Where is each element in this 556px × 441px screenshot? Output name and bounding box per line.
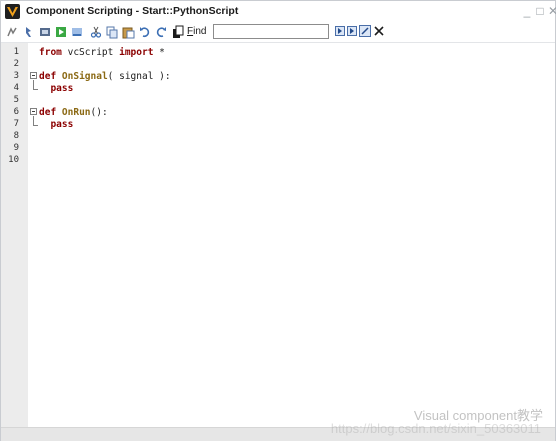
watermark-url: https://blog.csdn.net/sixin_50363011	[330, 421, 541, 436]
step-icon	[56, 27, 66, 37]
find-input[interactable]	[213, 24, 329, 39]
line-number: 8	[13, 131, 19, 141]
line-number: 10	[8, 155, 19, 165]
fold-toggle-onrun[interactable]	[30, 108, 37, 115]
minimize-button[interactable]: _	[520, 4, 534, 18]
code-line[interactable]: def OnRun():	[39, 107, 108, 118]
maximize-button[interactable]: □	[533, 4, 547, 18]
function-name-token: OnRun	[61, 107, 91, 118]
arrow-right-icon	[338, 28, 342, 34]
redo-button[interactable]	[154, 25, 168, 39]
redo-icon	[156, 27, 166, 38]
keyword-token: pass	[50, 83, 74, 94]
line-number: 5	[13, 95, 19, 105]
step-button[interactable]	[54, 25, 68, 39]
delete-button[interactable]	[171, 25, 185, 39]
line-number: 1	[13, 47, 19, 57]
close-find-button[interactable]	[373, 25, 387, 39]
line-number: 2	[13, 59, 19, 69]
code-editor[interactable]: 1 2 3 4 5 6 7 8 9 10 from vcScript import * def On…	[1, 43, 555, 427]
copy-button[interactable]	[105, 25, 119, 39]
new-script-button[interactable]	[70, 25, 84, 39]
copy-icon	[106, 26, 118, 39]
paste-button[interactable]	[121, 25, 135, 39]
run-icon	[26, 27, 31, 37]
paste-icon	[122, 27, 135, 39]
document-icon	[173, 25, 184, 38]
keyword-token: pass	[50, 119, 74, 130]
title-bar[interactable]: Component Scripting - Start::PythonScrip…	[1, 1, 556, 22]
keyword-token: import	[119, 47, 154, 58]
stop-icon	[40, 28, 50, 36]
run-script-button[interactable]	[22, 25, 36, 39]
code-line[interactable]: pass	[39, 83, 73, 94]
fold-toggle-onsignal[interactable]	[30, 72, 37, 79]
code-line[interactable]: from vcScript import *	[39, 47, 165, 58]
replace-button[interactable]	[359, 25, 373, 39]
code-token: *	[153, 47, 165, 58]
toolbar: Find	[1, 22, 555, 43]
find-next-button[interactable]	[347, 26, 357, 36]
arrow-right-icon	[350, 28, 354, 34]
fold-guide	[33, 80, 34, 89]
undo-icon	[140, 27, 150, 38]
line-number: 6	[13, 107, 19, 117]
cut-button[interactable]	[89, 25, 103, 39]
fold-guide-end	[33, 89, 38, 90]
code-token: vcScript	[61, 47, 120, 58]
fold-guide-end	[33, 125, 38, 126]
line-number: 4	[13, 83, 19, 93]
close-icon	[374, 26, 384, 36]
keyword-token: def	[39, 71, 57, 82]
find-previous-button[interactable]	[335, 26, 345, 36]
line-number: 7	[13, 119, 19, 129]
scissors-icon	[90, 26, 102, 38]
find-label[interactable]: Find	[187, 26, 206, 37]
keyword-token: from	[39, 47, 62, 58]
pencil-icon	[359, 25, 371, 37]
code-token: ():	[90, 107, 108, 118]
line-number: 9	[13, 143, 19, 153]
code-line[interactable]: def OnSignal( signal ):	[39, 71, 171, 82]
code-token: ( signal ):	[107, 71, 171, 82]
find-label-rest: ind	[193, 26, 207, 37]
stop-script-button[interactable]	[38, 25, 52, 39]
line-number: 3	[13, 71, 19, 81]
fold-guide	[33, 116, 34, 125]
undo-button[interactable]	[138, 25, 152, 39]
visual-components-logo-icon	[5, 4, 20, 19]
compile-button[interactable]	[5, 25, 19, 39]
script-editor-window: Component Scripting - Start::PythonScrip…	[0, 0, 556, 441]
window-title: Component Scripting - Start::PythonScrip…	[26, 5, 239, 17]
compile-icon	[7, 27, 17, 37]
keyword-token: def	[39, 107, 57, 118]
close-window-button[interactable]: ✕	[546, 4, 556, 18]
function-name-token: OnSignal	[61, 71, 108, 82]
code-line[interactable]: pass	[39, 119, 73, 130]
new-document-icon	[72, 28, 82, 36]
